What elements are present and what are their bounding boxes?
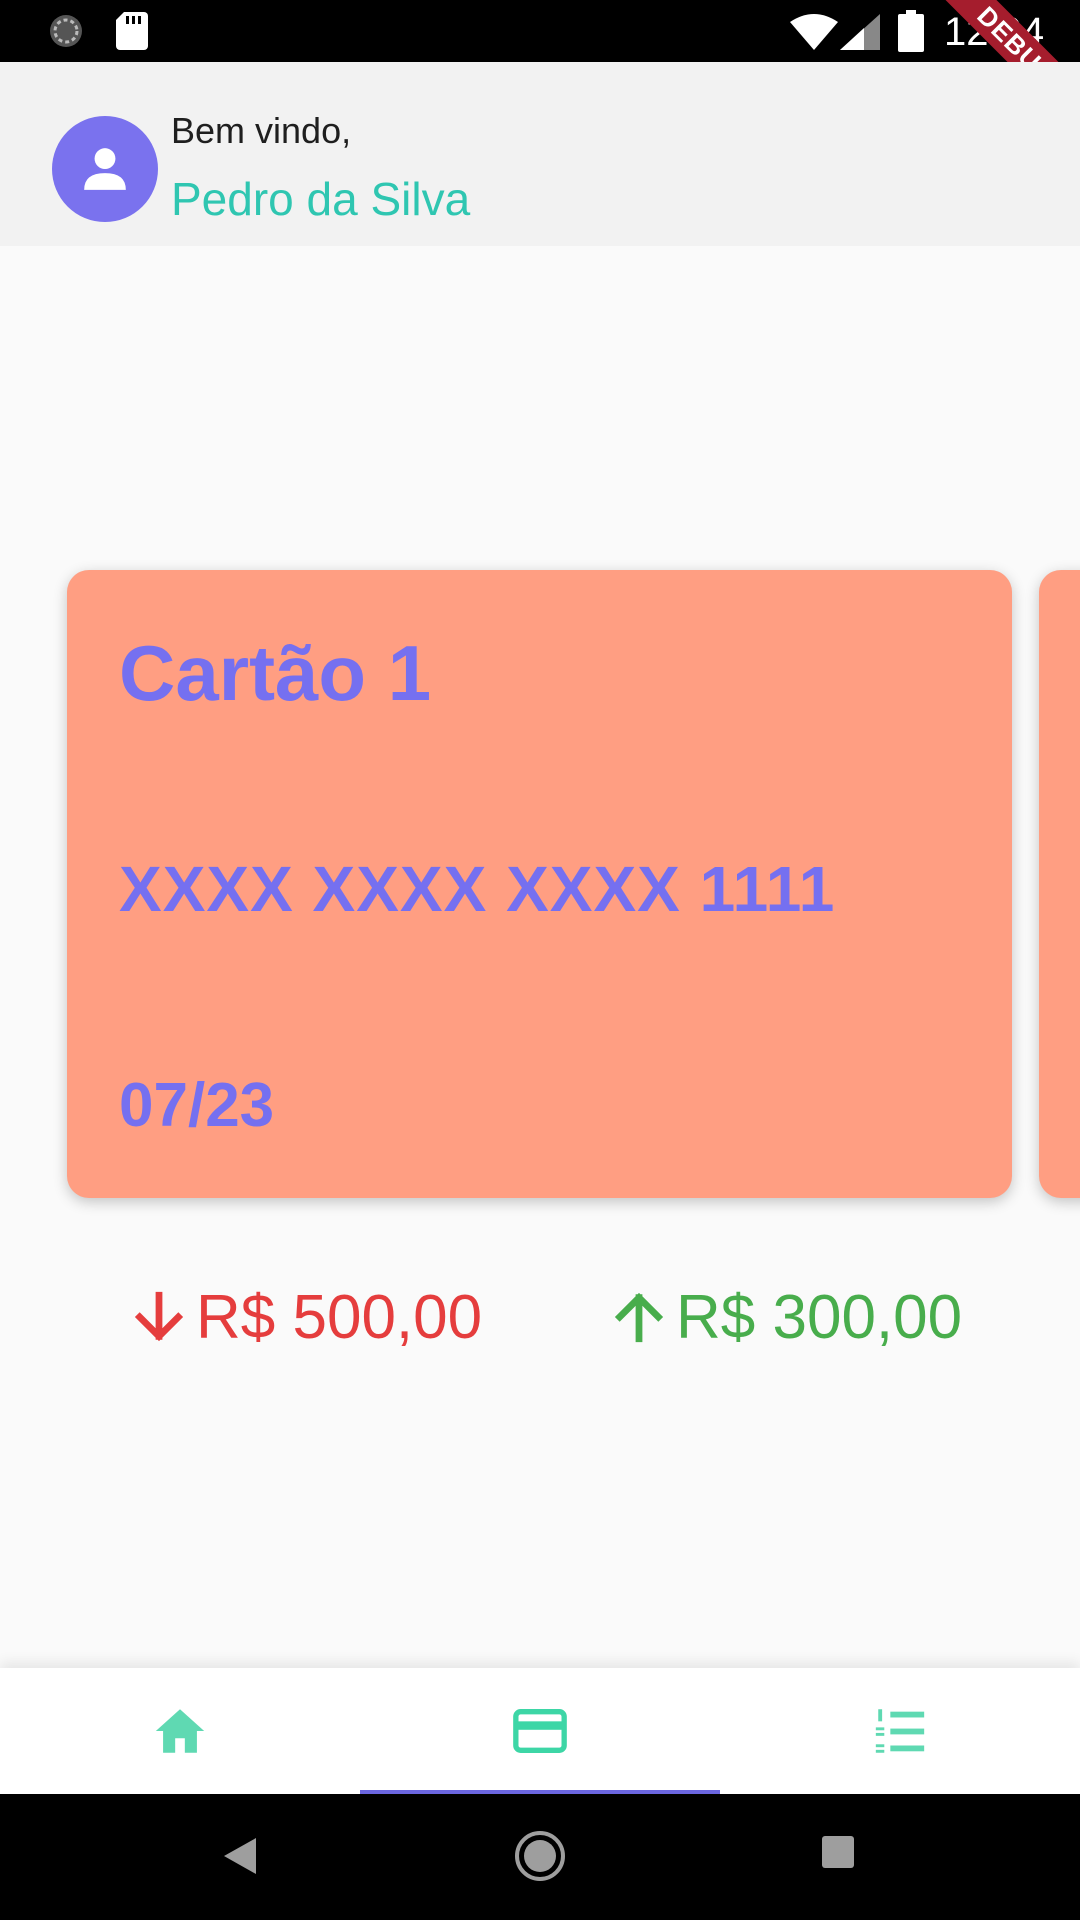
system-navigation-bar	[0, 1794, 1080, 1920]
outgoing-amount: R$ 500,00	[130, 1282, 482, 1352]
sd-card-icon	[116, 12, 148, 50]
greeting-text: Bem vindo,	[171, 110, 352, 151]
signal-icon	[840, 14, 880, 50]
card-expiry: 07/23	[119, 1071, 275, 1140]
back-icon[interactable]	[224, 1838, 256, 1874]
outgoing-amount-value: R$ 500,00	[196, 1282, 483, 1352]
card-name: Cartão 1	[119, 629, 432, 717]
home-icon	[155, 1709, 205, 1753]
person-icon	[84, 148, 126, 190]
credit-card-icon	[513, 1709, 567, 1753]
user-name: Pedro da Silva	[171, 173, 471, 225]
card-number: XXXX XXXX XXXX 1111	[119, 853, 836, 925]
credit-card[interactable]: Cartão 1 XXXX XXXX XXXX 1111 07/23	[67, 570, 1012, 1198]
wifi-icon	[790, 14, 838, 50]
nav-cards[interactable]	[360, 1668, 720, 1794]
arrow-down-icon	[134, 1291, 184, 1342]
arrow-up-icon	[614, 1292, 664, 1343]
app-header: Bem vindo, Pedro da Silva	[0, 62, 1080, 246]
next-card-peek[interactable]	[1039, 570, 1080, 1198]
bottom-navigation	[0, 1668, 1080, 1795]
incoming-amount: R$ 300,00	[610, 1282, 962, 1352]
battery-icon	[898, 10, 924, 52]
nav-list[interactable]	[720, 1668, 1080, 1794]
recents-icon[interactable]	[822, 1836, 854, 1868]
nav-home[interactable]	[0, 1668, 360, 1794]
list-numbered-icon	[875, 1709, 925, 1753]
loading-icon	[50, 15, 82, 47]
status-bar: 12:04	[0, 0, 1080, 62]
incoming-amount-value: R$ 300,00	[676, 1282, 963, 1352]
home-circle-icon[interactable]	[514, 1830, 566, 1882]
avatar[interactable]	[52, 116, 158, 222]
